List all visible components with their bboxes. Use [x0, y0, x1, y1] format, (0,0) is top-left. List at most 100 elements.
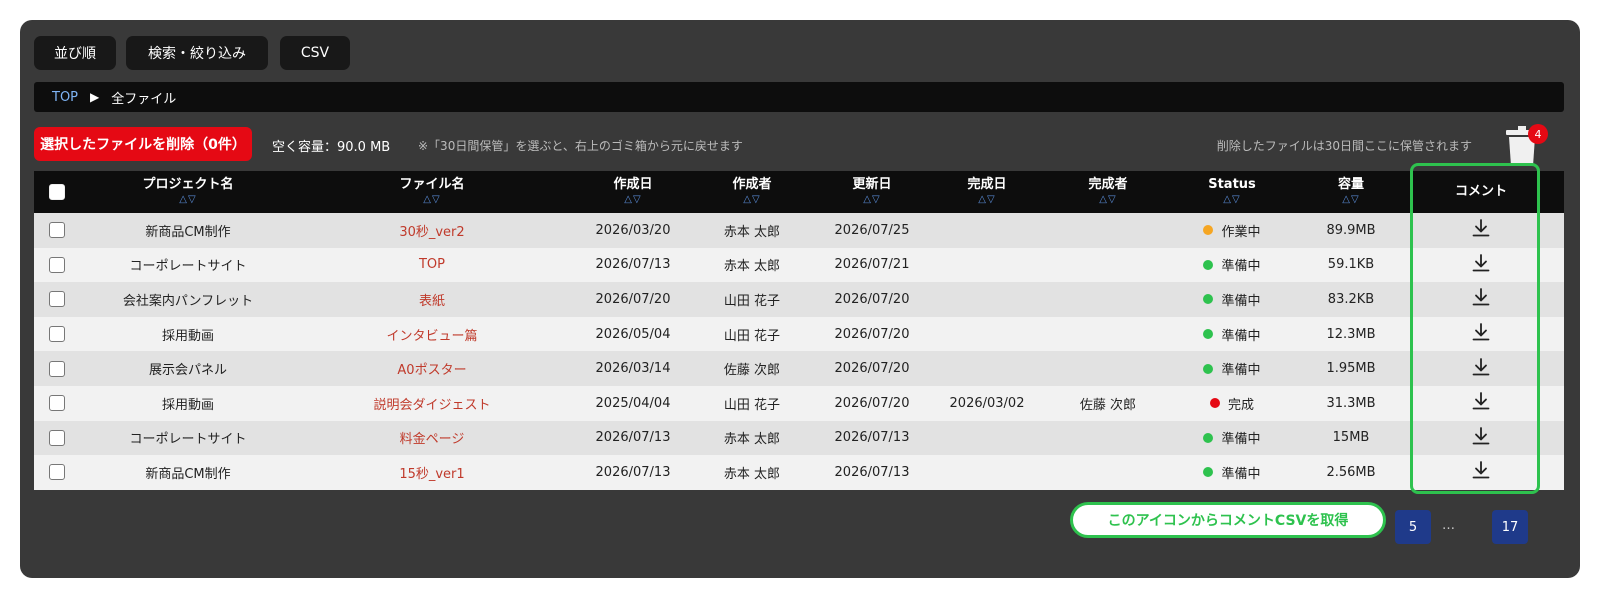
download-icon[interactable]: [1471, 253, 1491, 273]
select-all-checkbox[interactable]: [49, 184, 65, 200]
row-checkbox-cell: [34, 429, 78, 446]
table-row[interactable]: 会社案内パンフレット 表紙 2026/07/20 山田 花子 2026/07/20 準備中…: [34, 282, 1564, 317]
download-icon[interactable]: [1471, 287, 1491, 307]
cell-status: 準備中: [1182, 290, 1282, 309]
table-row[interactable]: 採用動画 説明会ダイジェスト 2025/04/04 山田 花子 2026/07/20 20…: [34, 385, 1564, 421]
row-checkbox[interactable]: [49, 395, 65, 412]
cell-file[interactable]: 30秒_ver2: [298, 221, 566, 240]
header-completed[interactable]: 完成日 △▽: [940, 177, 1034, 207]
cell-file[interactable]: インタビュー篇: [298, 325, 566, 344]
sort-arrows-icon[interactable]: △▽: [1182, 193, 1282, 207]
download-icon[interactable]: [1471, 322, 1491, 342]
download-icon[interactable]: [1471, 218, 1491, 238]
row-checkbox-cell: [34, 222, 78, 239]
cell-updated: 2026/07/20: [834, 361, 910, 377]
trash-count-badge: 4: [1528, 124, 1548, 144]
sort-arrows-icon[interactable]: △▽: [78, 193, 298, 207]
header-size[interactable]: 容量 △▽: [1282, 177, 1420, 207]
row-checkbox[interactable]: [49, 326, 65, 343]
sort-arrows-icon[interactable]: △▽: [700, 193, 804, 207]
status-dot-icon: [1203, 225, 1214, 236]
filter-button[interactable]: 検索・絞り込み: [126, 36, 268, 70]
csv-button[interactable]: CSV: [280, 36, 350, 70]
header-created[interactable]: 作成日 △▽: [566, 177, 700, 207]
table-row[interactable]: 新商品CM制作 30秒_ver2 2026/03/20 赤本 太郎 2026/07/25…: [34, 213, 1564, 248]
status-label: 準備中: [1221, 432, 1261, 448]
cell-created: 2025/04/04: [595, 395, 671, 411]
header-file[interactable]: ファイル名 △▽: [298, 177, 566, 207]
file-table: プロジェクト名 △▽ ファイル名 △▽ 作成日 △▽ 作成者 △▽ 更新日 △▽ 完成日 △…: [34, 171, 1564, 490]
row-checkbox-cell: [34, 326, 78, 343]
row-checkbox[interactable]: [49, 222, 65, 239]
download-icon[interactable]: [1471, 391, 1491, 411]
cell-created: 2026/07/13: [595, 430, 671, 446]
cell-size: 15MB: [1332, 430, 1370, 446]
cell-size: 2.56MB: [1326, 464, 1376, 480]
cell-author: 赤本 太郎: [723, 466, 781, 482]
cell-status: 完成: [1182, 394, 1282, 413]
sort-arrows-icon[interactable]: △▽: [566, 193, 700, 207]
row-checkbox[interactable]: [49, 360, 65, 377]
sort-arrows-icon[interactable]: △▽: [804, 193, 940, 207]
download-icon[interactable]: [1471, 460, 1491, 480]
page-5-button[interactable]: 5: [1395, 510, 1431, 544]
row-checkbox[interactable]: [49, 464, 65, 481]
cell-status: 作業中: [1182, 221, 1282, 240]
cell-project: 採用動画: [161, 328, 214, 344]
cell-comment: [1420, 253, 1542, 277]
page-17-button[interactable]: 17: [1492, 510, 1528, 544]
sort-arrows-icon[interactable]: △▽: [1282, 193, 1420, 207]
table-row[interactable]: コーポレートサイト 料金ページ 2026/07/13 赤本 太郎 2026/07/13 準…: [34, 420, 1564, 456]
sort-arrows-icon[interactable]: △▽: [940, 193, 1034, 207]
cell-project: 展示会パネル: [148, 363, 227, 379]
row-checkbox-cell: [34, 256, 78, 273]
download-icon[interactable]: [1471, 357, 1491, 377]
row-checkbox-cell: [34, 464, 78, 481]
cell-file[interactable]: TOP: [298, 257, 566, 272]
cell-author: 赤本 太郎: [723, 432, 781, 448]
cell-updated: 2026/07/13: [834, 464, 910, 480]
cell-file[interactable]: 料金ページ: [298, 428, 566, 447]
header-author[interactable]: 作成者 △▽: [700, 177, 804, 207]
cell-status: 準備中: [1182, 255, 1282, 274]
table-row[interactable]: 展示会パネル A0ポスター 2026/03/14 佐藤 次郎 2026/07/20 準備中…: [34, 351, 1564, 386]
cell-status: 準備中: [1182, 463, 1282, 482]
cell-project: 新商品CM制作: [145, 224, 231, 240]
cell-file[interactable]: 15秒_ver1: [298, 463, 566, 482]
table-row[interactable]: 新商品CM制作 15秒_ver1 2026/07/13 赤本 太郎 2026/07/13…: [34, 455, 1564, 490]
breadcrumb-top-link[interactable]: TOP: [52, 90, 78, 105]
cell-size: 83.2KB: [1327, 291, 1375, 307]
header-updated[interactable]: 更新日 △▽: [804, 177, 940, 207]
row-checkbox-cell: [34, 360, 78, 377]
restore-note: ※「30日間保管」を選ぶと、右上のゴミ箱から元に戻せます: [418, 139, 743, 153]
cell-file[interactable]: A0ポスター: [298, 359, 566, 378]
header-project[interactable]: プロジェクト名 △▽: [78, 177, 298, 207]
table-row[interactable]: コーポレートサイト TOP 2026/07/13 赤本 太郎 2026/07/21 準備中…: [34, 247, 1564, 283]
row-checkbox[interactable]: [49, 429, 65, 446]
header-completer[interactable]: 完成者 △▽: [1034, 177, 1182, 207]
sort-button[interactable]: 並び順: [34, 36, 116, 70]
cell-project: 採用動画: [161, 397, 214, 413]
pagination-ellipsis: …: [1442, 518, 1455, 533]
cell-project: コーポレートサイト: [129, 259, 247, 275]
delete-selected-button[interactable]: 選択したファイルを削除（0件）: [34, 127, 252, 161]
sort-arrows-icon[interactable]: △▽: [298, 193, 566, 207]
row-checkbox[interactable]: [49, 291, 65, 308]
cell-author: 山田 花子: [723, 397, 781, 413]
row-checkbox-cell: [34, 395, 78, 412]
cell-file[interactable]: 表紙: [298, 290, 566, 309]
breadcrumb-current: 全ファイル: [111, 91, 177, 107]
cell-file[interactable]: 説明会ダイジェスト: [298, 394, 566, 413]
header-status[interactable]: Status △▽: [1182, 177, 1282, 207]
table-row[interactable]: 採用動画 インタビュー篇 2026/05/04 山田 花子 2026/07/20 準備中 1…: [34, 316, 1564, 352]
cell-author: 山田 花子: [723, 293, 781, 309]
cell-size: 89.9MB: [1326, 222, 1376, 238]
cell-completer: 佐藤 次郎: [1079, 397, 1137, 413]
row-checkbox[interactable]: [49, 256, 65, 273]
cell-project: 新商品CM制作: [145, 466, 231, 482]
cell-status: 準備中: [1182, 428, 1282, 447]
cell-author: 佐藤 次郎: [723, 363, 781, 379]
download-icon[interactable]: [1471, 426, 1491, 446]
sort-arrows-icon[interactable]: △▽: [1034, 193, 1182, 207]
status-dot-icon: [1209, 398, 1220, 409]
